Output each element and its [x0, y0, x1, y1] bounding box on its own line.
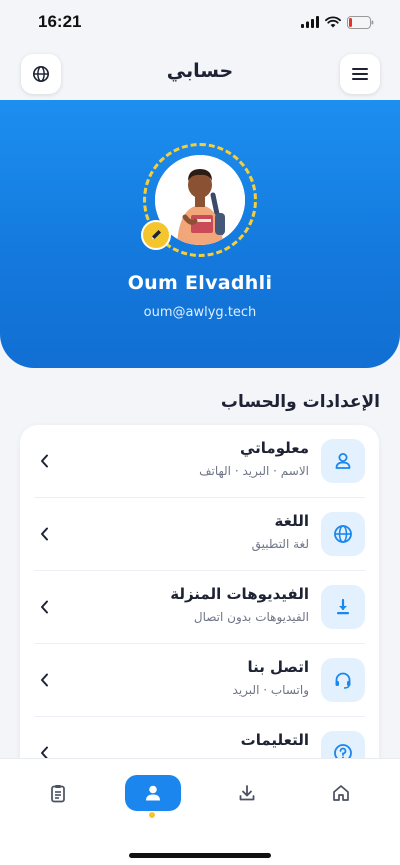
menu-item-contact-us[interactable]: اتصل بنا واتساب · البريد — [20, 644, 379, 717]
menu-item-subtitle: لغة التطبيق — [251, 537, 309, 551]
menu-item-downloaded-videos[interactable]: الفيديوهات المنزلة الفيديوهات بدون اتصال — [20, 571, 379, 644]
profile-email: oum@awlyg.tech — [143, 305, 257, 320]
home-indicator — [129, 853, 271, 858]
active-tab-indicator — [149, 812, 155, 818]
status-bar: 16:21 — [0, 0, 400, 44]
menu-item-title: معلوماتي — [239, 439, 309, 457]
menu-item-title: الفيديوهات المنزلة — [170, 585, 309, 603]
nav-tab-tasks[interactable] — [30, 775, 86, 811]
chevron-left-icon — [38, 598, 50, 616]
hamburger-menu-icon — [352, 68, 368, 80]
menu-item-title: اتصل بنا — [247, 658, 309, 676]
nav-tab-downloads[interactable] — [219, 775, 275, 811]
pencil-icon — [151, 230, 161, 240]
menu-item-my-info[interactable]: معلوماتي الاسم · البريد · الهاتف — [20, 425, 379, 498]
menu-item-subtitle: الاسم · البريد · الهاتف — [199, 464, 309, 478]
menu-icon-box — [321, 439, 365, 483]
download-icon — [239, 785, 255, 801]
globe-icon — [334, 525, 352, 543]
bottom-navigation — [0, 758, 400, 865]
menu-item-language[interactable]: اللغة لغة التطبيق — [20, 498, 379, 571]
user-icon — [335, 453, 351, 469]
chevron-left-icon — [38, 671, 50, 689]
menu-item-title: اللغة — [274, 512, 309, 530]
chevron-left-icon — [38, 525, 50, 543]
section-title: الإعدادات والحساب — [220, 392, 380, 412]
profile-name: Oum Elvadhli — [127, 272, 273, 294]
chevron-left-icon — [38, 452, 50, 470]
edit-avatar-button[interactable] — [141, 220, 171, 250]
wifi-icon — [325, 16, 341, 28]
status-icons — [301, 15, 374, 29]
menu-item-title: التعليمات — [240, 731, 309, 749]
avatar-ring — [141, 143, 257, 257]
nav-tab-home[interactable] — [313, 775, 369, 811]
clipboard-icon — [51, 785, 65, 803]
headset-icon — [335, 672, 351, 689]
menu-item-subtitle: الفيديوهات بدون اتصال — [193, 610, 309, 624]
menu-icon-box — [321, 512, 365, 556]
home-icon — [333, 785, 349, 801]
profile-hero: Oum Elvadhli oum@awlyg.tech — [0, 100, 400, 368]
menu-button[interactable] — [340, 54, 380, 94]
status-time: 16:21 — [38, 12, 82, 31]
download-icon — [337, 598, 349, 615]
nav-tab-profile[interactable] — [125, 775, 181, 811]
app-header: حسابي — [0, 52, 400, 96]
battery-icon — [347, 15, 374, 29]
menu-icon-box — [321, 658, 365, 702]
menu-icon-box — [321, 585, 365, 629]
signal-icon — [301, 16, 319, 28]
menu-item-subtitle: واتساب · البريد — [232, 683, 309, 697]
profile-icon — [146, 785, 160, 801]
